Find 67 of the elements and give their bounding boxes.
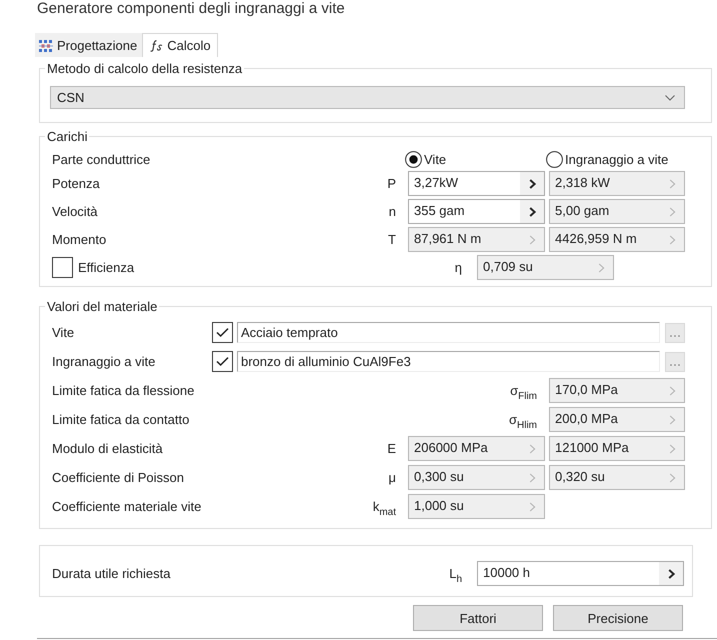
group-title: Metodo di calcolo della resistenza	[45, 61, 244, 76]
chevron-icon	[528, 472, 536, 482]
chevron-icon	[668, 386, 676, 396]
field-label: Coefficiente di Poisson	[52, 470, 184, 485]
group-title: Valori del materiale	[45, 299, 160, 314]
chevron-icon	[668, 234, 676, 244]
quantity-symbol: L$_{h}$	[449, 566, 463, 581]
chevron-icon	[528, 444, 536, 454]
grid-icon	[39, 40, 53, 52]
field-label: Limite fatica da flessione	[52, 383, 194, 398]
chevron-icon	[528, 234, 536, 244]
chevron-icon	[668, 568, 674, 578]
window-title: Generatore componenti degli ingranaggi a vite	[37, 0, 345, 18]
checkbox[interactable]	[212, 322, 233, 343]
quantity-symbol: σ$_{Flim}$	[510, 383, 538, 398]
text-field[interactable]: Acciaio temprato	[237, 322, 660, 343]
text-field[interactable]: bronzo di alluminio CuAl9Fe3	[237, 351, 660, 372]
field-label: Ingranaggio a vite	[52, 354, 156, 369]
action-button[interactable]: Fattori	[413, 605, 543, 631]
input-field[interactable]: 355 gam	[408, 199, 545, 224]
chevron-down-icon	[665, 94, 675, 100]
quantity-symbol: T	[388, 232, 397, 247]
quantity-symbol: P	[387, 176, 397, 191]
checkbox-label: Efficienza	[78, 260, 136, 275]
checkbox[interactable]	[52, 257, 73, 278]
tab[interactable]: Progettazione	[35, 33, 142, 57]
field-label: Velocità	[52, 204, 98, 219]
chevron-icon	[668, 444, 676, 454]
quantity-symbol: n	[388, 204, 397, 219]
browse-button[interactable]	[665, 322, 685, 342]
dropdown[interactable]: CSN	[50, 86, 685, 109]
quantity-symbol: μ	[388, 470, 397, 485]
input-field[interactable]: 3,27kW	[408, 171, 545, 196]
chevron-icon	[668, 472, 676, 482]
chevron-icon	[528, 502, 536, 512]
tab[interactable]: Calcolo	[142, 33, 218, 57]
quantity-symbol: E	[387, 441, 397, 456]
chevron-icon	[668, 414, 676, 424]
field-label: Momento	[52, 232, 106, 247]
radio-label: Ingranaggio a vite	[565, 152, 668, 167]
field-label: Limite fatica da contatto	[52, 412, 190, 427]
field-label: Modulo di elasticità	[52, 441, 163, 456]
chevron-icon	[528, 206, 536, 216]
field-label: Durata utile richiesta	[52, 566, 172, 581]
field-label: Coefficiente materiale vite	[52, 499, 202, 514]
quantity-symbol: σ$_{Hlim}$	[508, 412, 538, 427]
chevron-icon	[528, 178, 536, 188]
arrow-button[interactable]	[659, 562, 683, 585]
radio-label: Vite	[424, 152, 446, 167]
field-label: Potenza	[52, 176, 100, 191]
function-icon	[150, 40, 164, 52]
quantity-symbol: η	[454, 260, 463, 275]
chevron-icon	[598, 262, 604, 272]
checkbox[interactable]	[212, 351, 233, 372]
input-field[interactable]: 10000 h	[477, 561, 684, 586]
arrow-button[interactable]	[520, 172, 544, 195]
quantity-symbol: k$_{mat}$	[372, 499, 397, 514]
browse-button[interactable]	[665, 352, 685, 372]
action-button[interactable]: Precisione	[553, 605, 683, 631]
field-label: Vite	[52, 325, 76, 340]
arrow-button[interactable]	[520, 200, 544, 223]
radio-button[interactable]	[405, 151, 422, 168]
field-label: Parte conduttrice	[52, 152, 150, 167]
radio-button[interactable]	[546, 151, 563, 168]
chevron-icon	[668, 206, 676, 216]
chevron-icon	[668, 178, 676, 188]
group-title: Carichi	[45, 129, 90, 144]
